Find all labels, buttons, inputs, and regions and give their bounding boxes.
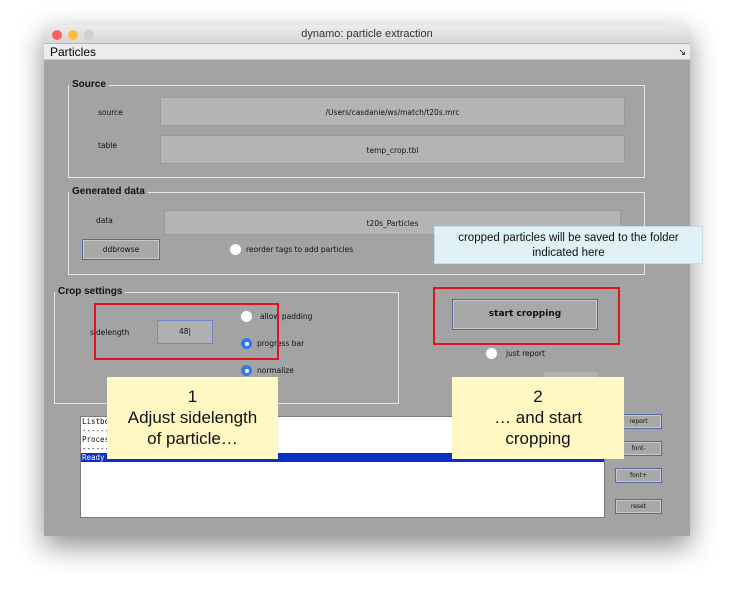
callout-1-line-2: of particle…	[147, 429, 238, 448]
generated-panel-title: Generated data	[69, 186, 148, 198]
callout-1-number: 1	[187, 387, 198, 406]
just-report-label: just report	[506, 349, 545, 358]
tooltip-text: cropped particles will be saved to the f…	[458, 232, 679, 259]
app-window: dynamo: particle extraction Particles ↘ …	[44, 25, 690, 536]
menu-particles[interactable]: Particles	[50, 44, 96, 60]
ddbrowse-button[interactable]: ddbrowse	[82, 239, 160, 260]
table-label: table	[98, 141, 117, 150]
start-cropping-highlight	[433, 287, 620, 345]
source-label: source	[98, 108, 123, 117]
reorder-tags-radio[interactable]	[230, 244, 241, 255]
just-report-radio[interactable]	[486, 348, 497, 359]
callout-1-line-1: Adjust sidelength	[127, 408, 258, 427]
source-field[interactable]: /Users/casdanie/ws/match/t20s.mrc	[160, 97, 625, 126]
minimize-window-button[interactable]	[68, 30, 78, 40]
reset-button[interactable]: reset	[615, 499, 662, 514]
source-panel-title: Source	[69, 79, 109, 91]
zoom-window-button[interactable]	[84, 30, 94, 40]
title-bar: dynamo: particle extraction	[44, 25, 690, 44]
callout-step-1: 1 Adjust sidelength of particle…	[107, 377, 278, 459]
menu-bar: Particles ↘	[44, 44, 690, 60]
callout-2-line-2: cropping	[505, 429, 571, 448]
normalize-radio[interactable]	[241, 365, 252, 376]
callout-2-line-1: … and start	[494, 408, 582, 427]
close-window-button[interactable]	[52, 30, 62, 40]
crop-panel-title: Crop settings	[55, 286, 126, 298]
sidelength-highlight	[94, 303, 279, 360]
reorder-tags-label: reorder tags to add particles	[246, 245, 354, 254]
font-plus-button[interactable]: font+	[615, 468, 662, 483]
data-label: data	[96, 216, 113, 225]
save-location-tooltip: cropped particles will be saved to the f…	[434, 226, 703, 264]
callout-2-number: 2	[533, 387, 543, 406]
normalize-label: normalize	[257, 366, 294, 375]
menu-arrow-icon[interactable]: ↘	[678, 44, 686, 60]
callout-step-2: 2 … and start cropping	[452, 377, 624, 459]
window-title: dynamo: particle extraction	[301, 28, 433, 40]
table-field[interactable]: temp_crop.tbl	[160, 135, 625, 164]
